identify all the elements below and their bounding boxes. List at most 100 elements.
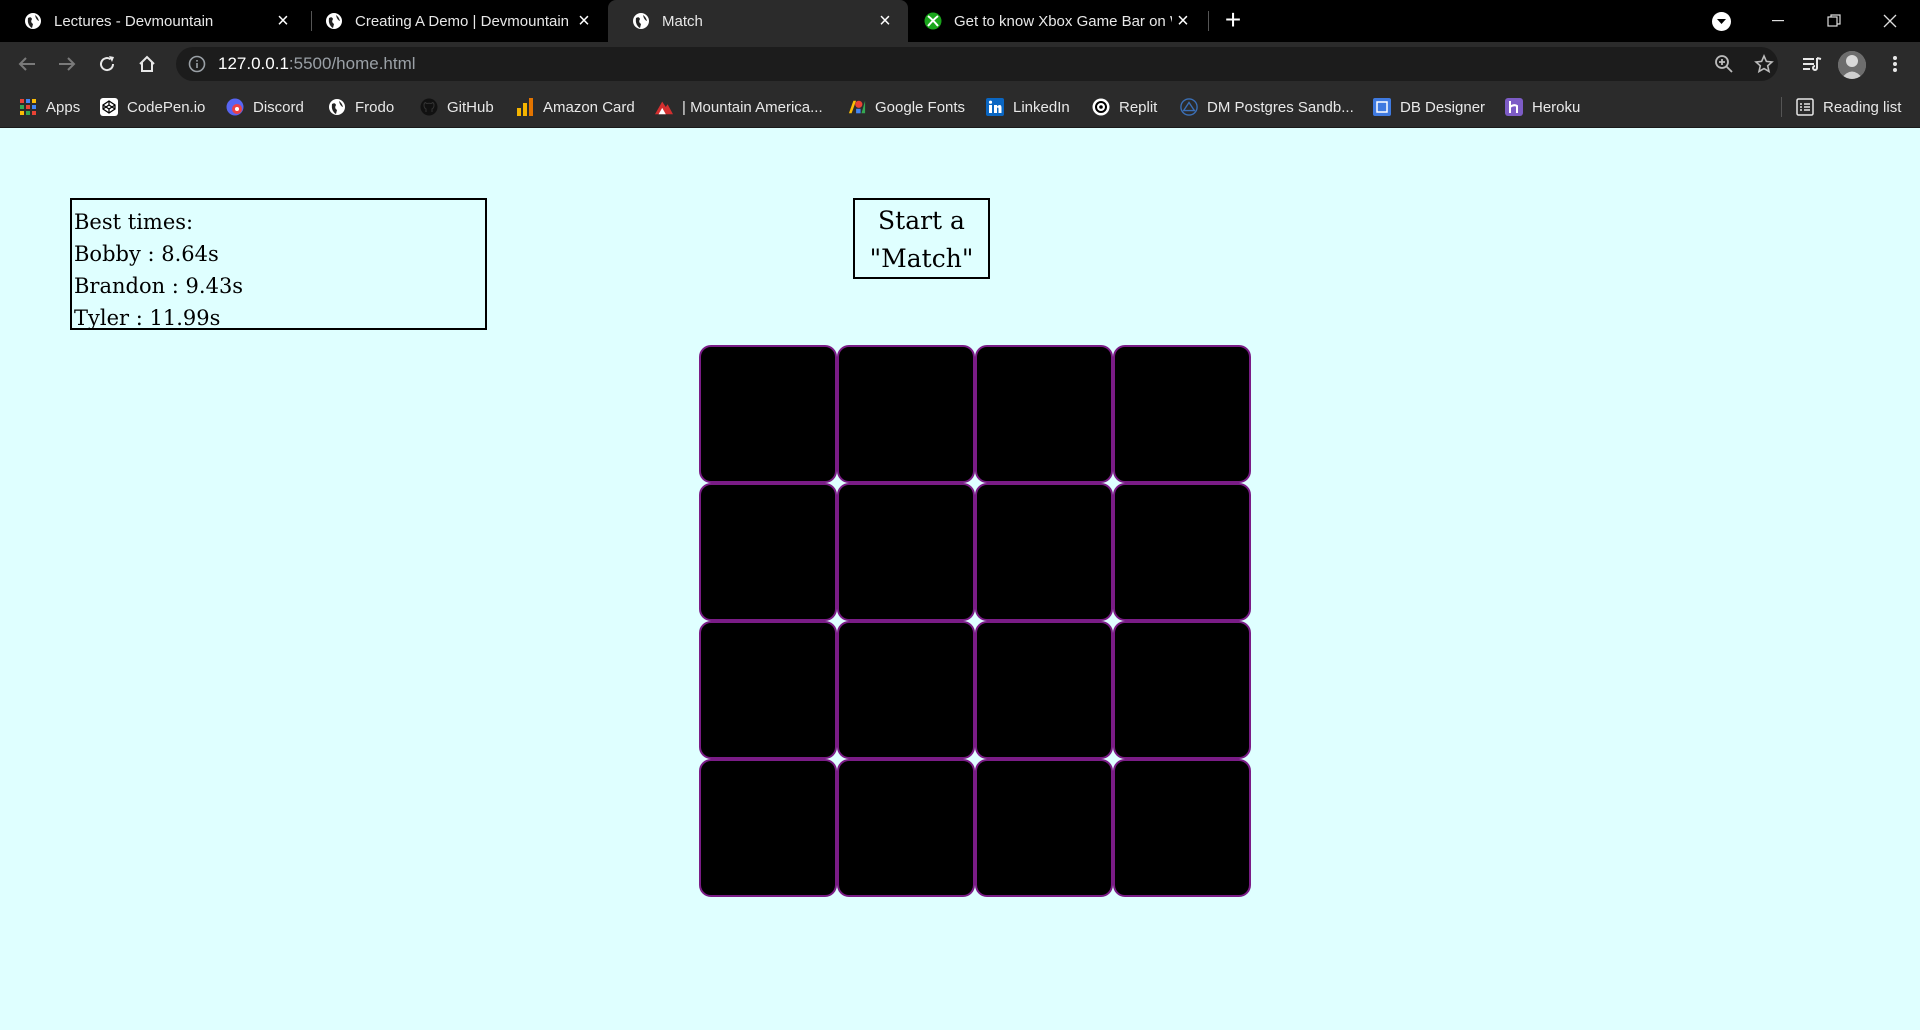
memory-card[interactable] [1113, 345, 1251, 483]
xbox-icon [924, 12, 942, 30]
globe-icon [325, 12, 343, 30]
bar-chart-icon [516, 98, 534, 116]
reading-list-label: Reading list [1823, 98, 1902, 116]
best-time-entry: Tyler : 11.99s [74, 306, 221, 330]
bookmark-label: Google Fonts [875, 98, 966, 116]
tab-strip: Lectures - Devmountain × Creating A Demo… [0, 0, 1920, 42]
reading-list-icon [1796, 98, 1814, 116]
bookmark-github[interactable]: GitHub [420, 96, 494, 118]
heroku-icon [1505, 98, 1523, 116]
globe-icon [24, 12, 42, 30]
bookmark-apps[interactable]: Apps [19, 96, 80, 118]
memory-card[interactable] [699, 621, 837, 759]
google-fonts-icon [848, 98, 866, 116]
best-times-heading: Best times: [74, 210, 194, 234]
github-icon [420, 98, 438, 116]
tab-title: Get to know Xbox Game Bar on W [954, 12, 1172, 30]
forward-arrow-icon[interactable] [52, 49, 82, 79]
bookmark-codepen[interactable]: CodePen.io [100, 96, 205, 118]
bookmark-label: Discord [253, 98, 304, 116]
back-arrow-icon[interactable] [12, 49, 42, 79]
tab-creating-a-demo[interactable]: Creating A Demo | Devmountain × [301, 0, 607, 42]
bookmark-db-designer[interactable]: DB Designer [1373, 96, 1485, 118]
tab-divider [1208, 11, 1209, 31]
best-time-entry: Bobby : 8.64s [74, 242, 219, 266]
zoom-icon[interactable] [1714, 54, 1734, 74]
memory-card[interactable] [1113, 483, 1251, 621]
bookmark-star-icon[interactable] [1754, 54, 1774, 74]
postgres-icon [1180, 98, 1198, 116]
profile-avatar[interactable] [1838, 51, 1866, 79]
memory-card[interactable] [699, 345, 837, 483]
discord-icon [226, 98, 244, 116]
bookmarks-divider [1781, 97, 1782, 117]
bookmark-linkedin[interactable]: LinkedIn [986, 96, 1070, 118]
tab-xbox-game-bar[interactable]: Get to know Xbox Game Bar on W × [900, 0, 1206, 42]
home-icon[interactable] [132, 49, 162, 79]
url-path: :5500/home.html [288, 54, 416, 73]
start-match-button[interactable]: Start a "Match" [853, 198, 990, 279]
close-icon[interactable]: × [272, 10, 294, 32]
minimize-icon[interactable] [1750, 0, 1806, 42]
memory-card[interactable] [975, 759, 1113, 897]
bookmark-mountain-america[interactable]: | Mountain America... [655, 96, 823, 118]
close-icon[interactable]: × [1172, 10, 1194, 32]
site-info-icon[interactable] [188, 55, 206, 73]
close-window-icon[interactable] [1862, 0, 1918, 42]
tab-match[interactable]: Match × [608, 0, 908, 42]
memory-card[interactable] [837, 345, 975, 483]
bookmark-heroku[interactable]: Heroku [1505, 96, 1580, 118]
bookmark-label: CodePen.io [127, 98, 206, 116]
url-host: 127.0.0.1 [218, 54, 289, 73]
reload-icon[interactable] [92, 49, 122, 79]
tab-search-dropdown-icon[interactable] [1712, 12, 1731, 31]
bookmark-label: Heroku [1532, 98, 1581, 116]
tab-lectures[interactable]: Lectures - Devmountain × [0, 0, 306, 42]
db-designer-icon [1373, 98, 1391, 116]
bookmark-label: LinkedIn [1013, 98, 1070, 116]
bookmark-frodo[interactable]: Frodo [328, 96, 394, 118]
mountain-icon [655, 98, 673, 116]
bookmark-discord[interactable]: Discord [226, 96, 304, 118]
bookmark-label: GitHub [447, 98, 494, 116]
start-button-line: Start a [878, 206, 965, 235]
best-times-panel: Best times: Bobby : 8.64s Brandon : 9.43… [70, 198, 487, 330]
bookmark-label: Apps [46, 98, 81, 116]
bookmarks-bar: Apps CodePen.io Discord Frodo GitHub Ama… [0, 86, 1920, 128]
url-text: 127.0.0.1:5500/home.html [218, 54, 416, 74]
bookmark-amazon-card[interactable]: Amazon Card [516, 96, 635, 118]
memory-card[interactable] [699, 759, 837, 897]
memory-card[interactable] [975, 345, 1113, 483]
bookmark-label: DB Designer [1400, 98, 1486, 116]
address-bar[interactable]: 127.0.0.1:5500/home.html [176, 47, 1778, 81]
bookmark-google-fonts[interactable]: Google Fonts [848, 96, 965, 118]
memory-card[interactable] [837, 483, 975, 621]
linkedin-icon [986, 98, 1004, 116]
more-options-icon[interactable] [1880, 49, 1910, 79]
memory-card[interactable] [699, 483, 837, 621]
memory-card[interactable] [975, 483, 1113, 621]
bookmark-label: Amazon Card [543, 98, 635, 116]
tab-title: Creating A Demo | Devmountain [355, 12, 570, 30]
reading-list-button[interactable]: Reading list [1796, 96, 1901, 118]
bookmark-dm-postgres[interactable]: DM Postgres Sandb... [1180, 96, 1354, 118]
best-time-entry: Brandon : 9.43s [74, 274, 244, 298]
media-controls-icon[interactable] [1797, 49, 1827, 79]
memory-card[interactable] [837, 621, 975, 759]
browser-toolbar: 127.0.0.1:5500/home.html [0, 42, 1920, 86]
memory-card[interactable] [1113, 759, 1251, 897]
new-tab-button[interactable]: + [1218, 6, 1248, 36]
memory-card[interactable] [837, 759, 975, 897]
globe-icon [632, 12, 650, 30]
bookmark-replit[interactable]: Replit [1092, 96, 1157, 118]
bookmark-label: Replit [1119, 98, 1158, 116]
close-icon[interactable]: × [573, 10, 595, 32]
tab-title: Lectures - Devmountain [54, 12, 214, 30]
memory-card[interactable] [975, 621, 1113, 759]
close-icon[interactable]: × [874, 10, 896, 32]
tab-title: Match [662, 12, 703, 30]
memory-card[interactable] [1113, 621, 1251, 759]
globe-icon [328, 98, 346, 116]
start-button-line: "Match" [869, 244, 974, 273]
restore-icon[interactable] [1806, 0, 1862, 42]
